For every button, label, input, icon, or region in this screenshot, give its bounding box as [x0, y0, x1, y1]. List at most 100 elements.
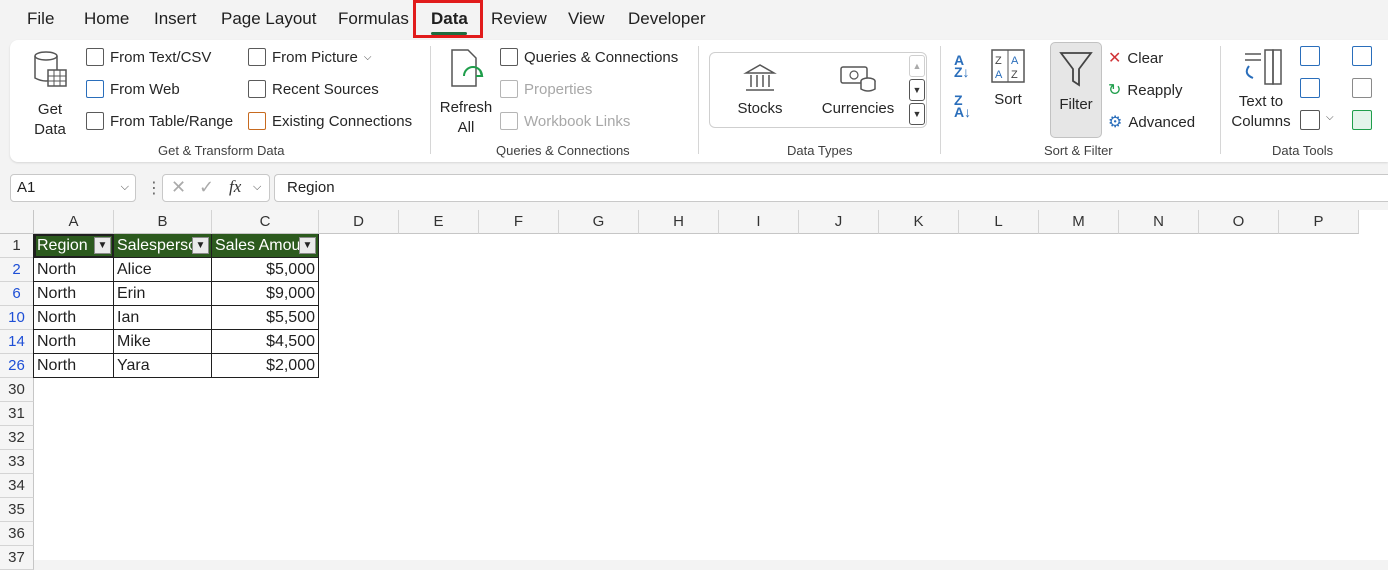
chevron-down-icon[interactable]: ⌵ [121, 181, 129, 194]
queries-connections-button[interactable]: Queries & Connections [500, 48, 678, 66]
table-cell[interactable]: Erin [114, 282, 212, 306]
table-cell[interactable]: North [34, 258, 114, 282]
tab-file[interactable]: File [27, 9, 54, 29]
row-header-6[interactable]: 6 [0, 282, 34, 306]
table-cell[interactable]: $4,500 [212, 330, 319, 354]
table-cell[interactable]: North [34, 330, 114, 354]
relationships-icon[interactable] [1352, 78, 1372, 98]
column-header-h[interactable]: H [639, 210, 719, 234]
row-header-2[interactable]: 2 [0, 258, 34, 282]
column-header-f[interactable]: F [479, 210, 559, 234]
filter-active-icon[interactable]: ▼ [192, 237, 209, 254]
recent-sources-button[interactable]: Recent Sources [248, 80, 379, 98]
tab-insert[interactable]: Insert [154, 9, 197, 29]
table-cell[interactable]: Yara [114, 354, 212, 378]
column-header-d[interactable]: D [319, 210, 399, 234]
chevron-down-icon[interactable]: ⌵ [253, 181, 261, 194]
column-header-n[interactable]: N [1119, 210, 1199, 234]
currencies-button[interactable]: Currencies [818, 63, 898, 119]
enter-check-icon[interactable]: ✓ [199, 177, 214, 198]
row-header-14[interactable]: 14 [0, 330, 34, 354]
column-header-m[interactable]: M [1039, 210, 1119, 234]
text-to-columns-button[interactable]: Text to Columns [1228, 48, 1294, 132]
more-options-icon[interactable]: ⋮ [146, 178, 162, 198]
data-validation-icon[interactable] [1300, 110, 1320, 130]
flash-fill-icon[interactable] [1300, 46, 1320, 66]
gallery-scroll-up-button[interactable]: ▲ [909, 55, 925, 77]
workbook-links-button[interactable]: Workbook Links [500, 112, 630, 130]
column-header-i[interactable]: I [719, 210, 799, 234]
table-header-cell[interactable]: Salesperson ▼ [114, 234, 212, 258]
sort-a-to-z-icon[interactable]: A Z↓ [954, 53, 970, 79]
gallery-scroll-down-button[interactable]: ▼ [909, 79, 925, 101]
data-model-icon[interactable] [1352, 110, 1372, 130]
sort-button[interactable]: ZA AZ Sort [988, 48, 1028, 110]
cancel-icon[interactable]: ✕ [171, 177, 186, 198]
refresh-all-label: Refresh All [439, 99, 493, 136]
column-header-a[interactable]: A [34, 210, 114, 234]
name-box[interactable]: A1 ⌵ [10, 174, 136, 202]
from-table-range-button[interactable]: From Table/Range [86, 112, 233, 130]
formula-input[interactable]: Region [274, 174, 1388, 202]
tab-review[interactable]: Review [491, 9, 547, 29]
table-cell[interactable]: $5,500 [212, 306, 319, 330]
refresh-all-button[interactable]: Refresh All [438, 46, 494, 138]
column-header-p[interactable]: P [1279, 210, 1359, 234]
row-header-34[interactable]: 34 [0, 474, 34, 498]
remove-duplicates-icon[interactable] [1300, 78, 1320, 98]
advanced-filter-button[interactable]: ⚙ Advanced [1108, 112, 1195, 132]
row-header-36[interactable]: 36 [0, 522, 34, 546]
table-cell[interactable]: $9,000 [212, 282, 319, 306]
from-picture-button[interactable]: From Picture ⌵ [248, 48, 371, 66]
filter-button[interactable]: Filter [1050, 42, 1102, 138]
existing-connections-button[interactable]: Existing Connections [248, 112, 412, 130]
filter-dropdown-icon[interactable]: ▼ [299, 237, 316, 254]
stocks-button[interactable]: Stocks [726, 63, 794, 119]
table-header-cell[interactable]: Region ▼ [34, 234, 114, 258]
column-header-e[interactable]: E [399, 210, 479, 234]
row-header-30[interactable]: 30 [0, 378, 34, 402]
table-cell[interactable]: Mike [114, 330, 212, 354]
gallery-more-button[interactable]: ▼ [909, 103, 925, 125]
select-all-corner[interactable] [0, 210, 34, 234]
table-cell[interactable]: $5,000 [212, 258, 319, 282]
row-header-1[interactable]: 1 [0, 234, 34, 258]
table-cell[interactable]: North [34, 306, 114, 330]
filter-active-icon[interactable]: ▼ [94, 237, 111, 254]
from-text-csv-button[interactable]: From Text/CSV [86, 48, 211, 66]
reapply-button[interactable]: ↻ Reapply [1108, 80, 1182, 100]
tab-developer[interactable]: Developer [628, 9, 706, 29]
table-cell[interactable]: Alice [114, 258, 212, 282]
properties-button[interactable]: Properties [500, 80, 592, 98]
chevron-down-icon[interactable]: ⌵ [1326, 112, 1334, 123]
tab-home[interactable]: Home [84, 9, 129, 29]
table-cell[interactable]: $2,000 [212, 354, 319, 378]
row-header-33[interactable]: 33 [0, 450, 34, 474]
column-header-k[interactable]: K [879, 210, 959, 234]
sort-z-to-a-icon[interactable]: Z A↓ [954, 93, 971, 119]
row-header-31[interactable]: 31 [0, 402, 34, 426]
from-web-button[interactable]: From Web [86, 80, 180, 98]
table-cell[interactable]: North [34, 354, 114, 378]
column-header-o[interactable]: O [1199, 210, 1279, 234]
column-header-j[interactable]: J [799, 210, 879, 234]
tab-formulas[interactable]: Formulas [338, 9, 409, 29]
consolidate-icon[interactable] [1352, 46, 1372, 66]
column-header-c[interactable]: C [212, 210, 319, 234]
column-header-b[interactable]: B [114, 210, 212, 234]
row-header-26[interactable]: 26 [0, 354, 34, 378]
column-header-g[interactable]: G [559, 210, 639, 234]
row-header-35[interactable]: 35 [0, 498, 34, 522]
row-header-37[interactable]: 37 [0, 546, 34, 570]
tab-page-layout[interactable]: Page Layout [221, 9, 316, 29]
row-header-32[interactable]: 32 [0, 426, 34, 450]
insert-function-icon[interactable]: fx [229, 177, 241, 197]
row-header-10[interactable]: 10 [0, 306, 34, 330]
table-header-cell[interactable]: Sales Amount ▼ [212, 234, 319, 258]
column-header-l[interactable]: L [959, 210, 1039, 234]
table-cell[interactable]: North [34, 282, 114, 306]
get-data-button[interactable]: Get Data [28, 48, 74, 140]
clear-filter-button[interactable]: ✕ Clear [1108, 48, 1163, 68]
table-cell[interactable]: Ian [114, 306, 212, 330]
tab-view[interactable]: View [568, 9, 605, 29]
